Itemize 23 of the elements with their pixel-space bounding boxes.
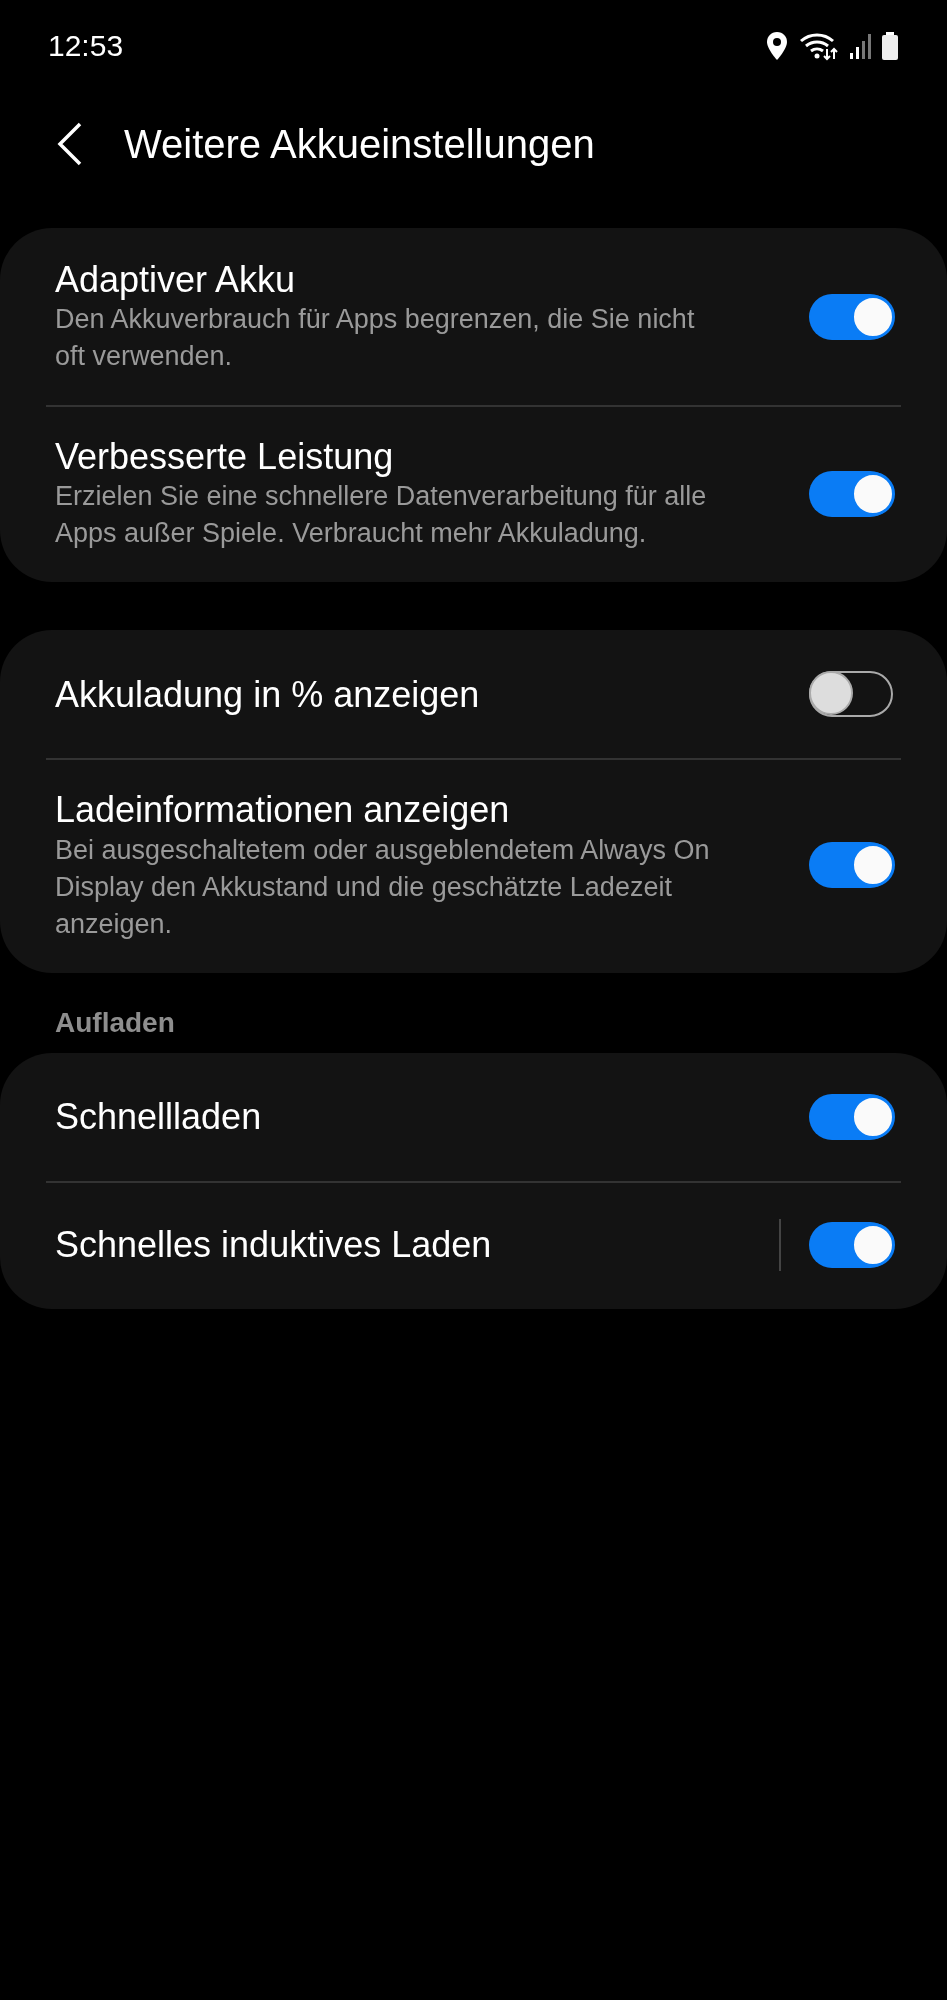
section-header: Aufladen [54,1006,176,1040]
setting-description: Erzielen Sie eine schnellere Datenverarbeitung für alle Apps außer Spiele. Verbraucht mehr Akkuladung. [55,480,708,551]
location-icon [765,31,789,61]
toggle-switch[interactable] [809,842,893,889]
toggle-switch[interactable] [809,470,893,517]
setting-description: Bei ausgeschaltetem oder ausgeblendetem Always On Display den Akkustand und die geschätzte Ladezeit anzeigen. [55,833,711,941]
wifi-icon [799,31,839,61]
page-title: Weitere Akkueinstellungen [124,121,595,167]
setting-title: Schnellladen [55,1094,263,1139]
toggle-switch[interactable] [809,293,893,340]
toggle-switch[interactable] [809,1221,893,1268]
status-time: 12:53 [48,29,124,63]
toggle-switch[interactable] [809,1093,893,1140]
toggle-switch[interactable] [809,671,893,718]
setting-title: Adaptiver Akku [55,258,297,302]
setting-description: Den Akkuverbrauch für Apps begrenzen, die Sie nicht oft verwenden. [55,303,696,374]
setting-title: Verbesserte Leistung [55,435,395,479]
signal-icon [849,31,871,61]
setting-title: Ladeinformationen anzeigen [55,788,511,832]
battery-icon [881,31,899,61]
setting-title: Schnelles induktives Laden [55,1222,493,1267]
setting-title: Akkuladung in % anzeigen [55,672,481,716]
back-button[interactable] [56,122,84,166]
